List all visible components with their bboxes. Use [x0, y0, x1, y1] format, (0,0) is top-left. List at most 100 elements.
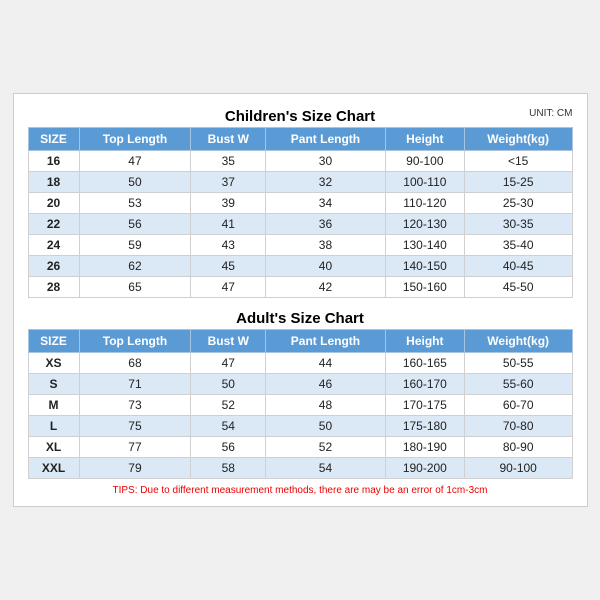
table-cell: 50-55: [464, 353, 572, 374]
header-pant-length: Pant Length: [266, 128, 386, 151]
table-cell: 50: [191, 374, 266, 395]
children-title: Children's Size Chart: [225, 108, 375, 125]
table-cell: 140-150: [385, 256, 464, 277]
table-cell: 45: [191, 256, 266, 277]
adult-header-bust-w: Bust W: [191, 330, 266, 353]
table-cell: 41: [191, 214, 266, 235]
table-row: 24594338130-14035-40: [28, 235, 572, 256]
table-cell: 40-45: [464, 256, 572, 277]
table-cell: S: [28, 374, 79, 395]
table-row: 26624540140-15040-45: [28, 256, 572, 277]
table-cell: 130-140: [385, 235, 464, 256]
header-bust-w: Bust W: [191, 128, 266, 151]
table-cell: 70-80: [464, 416, 572, 437]
adult-table: SIZE Top Length Bust W Pant Length Heigh…: [28, 329, 573, 479]
table-cell: M: [28, 395, 79, 416]
table-cell: 36: [266, 214, 386, 235]
table-cell: 52: [191, 395, 266, 416]
table-cell: 39: [191, 193, 266, 214]
table-cell: 48: [266, 395, 386, 416]
table-cell: 25-30: [464, 193, 572, 214]
table-row: 28654742150-16045-50: [28, 277, 572, 298]
table-cell: 160-170: [385, 374, 464, 395]
tips-text: TIPS: Due to different measurement metho…: [28, 485, 573, 496]
table-cell: 18: [28, 172, 79, 193]
table-cell: 54: [266, 458, 386, 479]
table-cell: 35: [191, 151, 266, 172]
table-cell: 22: [28, 214, 79, 235]
adult-header-top-length: Top Length: [79, 330, 191, 353]
table-row: XS684744160-16550-55: [28, 353, 572, 374]
chart-container: Children's Size Chart UNIT: CM SIZE Top …: [13, 93, 588, 507]
header-top-length: Top Length: [79, 128, 191, 151]
table-cell: 50: [79, 172, 191, 193]
table-row: 1647353090-100<15: [28, 151, 572, 172]
table-cell: 56: [191, 437, 266, 458]
table-cell: XS: [28, 353, 79, 374]
table-cell: 30: [266, 151, 386, 172]
table-cell: 90-100: [385, 151, 464, 172]
table-cell: 90-100: [464, 458, 572, 479]
unit-label: UNIT: CM: [529, 108, 572, 119]
table-cell: 71: [79, 374, 191, 395]
adult-header-weight: Weight(kg): [464, 330, 572, 353]
table-cell: 180-190: [385, 437, 464, 458]
table-row: 20533934110-12025-30: [28, 193, 572, 214]
table-cell: 110-120: [385, 193, 464, 214]
table-cell: 16: [28, 151, 79, 172]
table-cell: <15: [464, 151, 572, 172]
table-cell: 50: [266, 416, 386, 437]
table-cell: 30-35: [464, 214, 572, 235]
table-cell: 190-200: [385, 458, 464, 479]
adult-title: Adult's Size Chart: [236, 310, 364, 327]
table-cell: 47: [191, 277, 266, 298]
table-cell: 55-60: [464, 374, 572, 395]
table-row: L755450175-18070-80: [28, 416, 572, 437]
table-cell: 160-165: [385, 353, 464, 374]
header-weight: Weight(kg): [464, 128, 572, 151]
table-cell: 40: [266, 256, 386, 277]
table-cell: 15-25: [464, 172, 572, 193]
table-cell: 100-110: [385, 172, 464, 193]
table-cell: 59: [79, 235, 191, 256]
adult-title-row: Adult's Size Chart: [28, 306, 573, 329]
adult-header-pant-length: Pant Length: [266, 330, 386, 353]
table-cell: 75: [79, 416, 191, 437]
table-cell: 37: [191, 172, 266, 193]
table-cell: 68: [79, 353, 191, 374]
table-cell: 79: [79, 458, 191, 479]
table-cell: 58: [191, 458, 266, 479]
table-cell: 120-130: [385, 214, 464, 235]
table-cell: 80-90: [464, 437, 572, 458]
table-cell: 170-175: [385, 395, 464, 416]
table-cell: 150-160: [385, 277, 464, 298]
table-cell: 42: [266, 277, 386, 298]
table-cell: 26: [28, 256, 79, 277]
table-cell: 77: [79, 437, 191, 458]
adult-header-size: SIZE: [28, 330, 79, 353]
adult-header-row: SIZE Top Length Bust W Pant Length Heigh…: [28, 330, 572, 353]
header-height: Height: [385, 128, 464, 151]
table-row: XL775652180-19080-90: [28, 437, 572, 458]
table-cell: 46: [266, 374, 386, 395]
table-cell: 73: [79, 395, 191, 416]
table-cell: 44: [266, 353, 386, 374]
table-cell: 32: [266, 172, 386, 193]
table-cell: 65: [79, 277, 191, 298]
table-cell: 38: [266, 235, 386, 256]
table-cell: XL: [28, 437, 79, 458]
table-row: XXL795854190-20090-100: [28, 458, 572, 479]
table-cell: 24: [28, 235, 79, 256]
table-cell: 47: [191, 353, 266, 374]
table-cell: 60-70: [464, 395, 572, 416]
table-cell: XXL: [28, 458, 79, 479]
children-header-row: SIZE Top Length Bust W Pant Length Heigh…: [28, 128, 572, 151]
table-cell: 45-50: [464, 277, 572, 298]
table-cell: 53: [79, 193, 191, 214]
table-cell: 47: [79, 151, 191, 172]
table-cell: 43: [191, 235, 266, 256]
children-table: SIZE Top Length Bust W Pant Length Heigh…: [28, 127, 573, 298]
table-cell: 54: [191, 416, 266, 437]
table-cell: 56: [79, 214, 191, 235]
table-row: S715046160-17055-60: [28, 374, 572, 395]
